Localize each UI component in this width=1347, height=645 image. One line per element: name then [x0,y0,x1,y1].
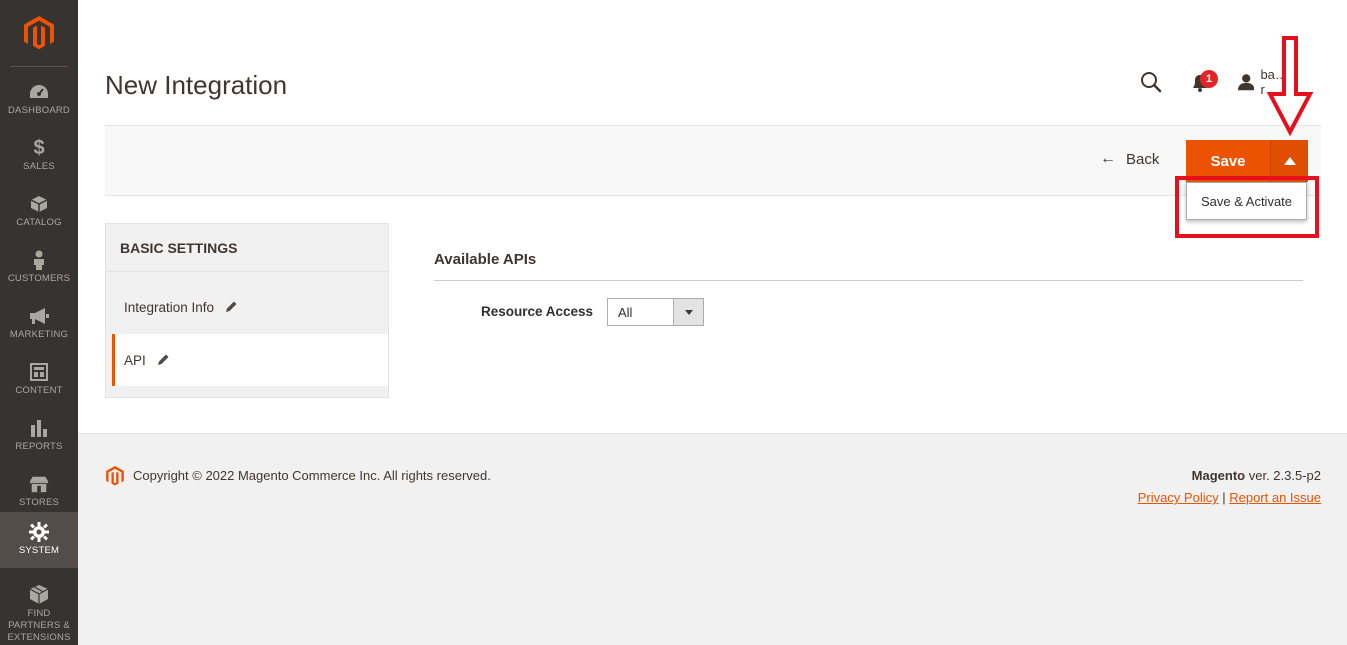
sidebar-item-sales[interactable]: $ SALES [0,128,78,184]
settings-tabs: BASIC SETTINGS Integration Info API [105,223,389,398]
version-text: ver. 2.3.5-p2 [1245,468,1321,483]
tab-label: API [124,352,146,368]
megaphone-icon [29,306,49,326]
logo-divider [10,66,68,67]
save-dropdown-toggle[interactable] [1270,140,1308,182]
tabs-title: BASIC SETTINGS [120,240,238,256]
tab-api[interactable]: API [112,334,388,386]
cubes-icon [29,585,49,605]
bar-chart-icon [29,418,49,438]
search-icon[interactable] [1139,70,1163,94]
box-icon [29,194,49,214]
sidebar-item-content[interactable]: CONTENT [0,352,78,408]
notification-badge: 1 [1200,70,1218,88]
user-name: ba…r [1260,67,1288,97]
sidebar-item-system[interactable]: SYSTEM [0,512,78,568]
sidebar-item-label: STORES [18,497,60,508]
divider [106,271,388,272]
sidebar-item-customers[interactable]: CUSTOMERS [0,240,78,296]
admin-sidebar: DASHBOARD $ SALES CATALOG CUSTOMERS MARK… [0,0,78,645]
dollar-icon: $ [33,136,45,159]
pencil-icon [157,354,169,365]
copyright-text: Copyright © 2022 Magento Commerce Inc. A… [133,468,491,483]
page-actions-bar: ← Back Save [105,125,1321,196]
sidebar-item-marketing[interactable]: MARKETING [0,296,78,352]
magento-footer-logo-icon [106,466,124,486]
tab-label: Integration Info [124,299,215,315]
sidebar-item-label: REPORTS [15,441,63,452]
sidebar-item-label: CUSTOMERS [7,273,71,284]
section-divider [434,280,1303,281]
sidebar-item-label: FIND PARTNERS & EXTENSIONS [7,608,71,643]
sidebar-item-reports[interactable]: REPORTS [0,408,78,464]
magento-logo-icon [24,16,54,50]
save-and-activate-option[interactable]: Save & Activate [1186,182,1307,220]
page-title: New Integration [105,70,288,100]
save-split-button: Save [1186,140,1308,182]
select-value: All [618,305,633,320]
brand-name: Magento [1191,468,1246,483]
report-issue-link[interactable]: Report an Issue [1229,490,1321,505]
store-icon [29,474,49,494]
gear-icon [29,522,49,542]
dashboard-icon [29,82,49,102]
resource-access-label: Resource Access [481,304,594,319]
save-button[interactable]: Save [1186,140,1270,182]
sidebar-item-label: SALES [23,161,55,172]
section-title: Available APIs [434,251,537,268]
privacy-policy-link[interactable]: Privacy Policy [1138,490,1219,505]
pencil-icon [226,301,237,312]
user-menu[interactable]: ba…r [1238,67,1289,97]
page-footer: Copyright © 2022 Magento Commerce Inc. A… [78,433,1347,645]
sidebar-item-label: CATALOG [16,217,62,228]
caret-down-icon [684,309,693,315]
sidebar-item-label: CONTENT [15,385,63,396]
caret-up-icon [1283,157,1296,165]
back-button-label: Back [1126,150,1160,168]
link-separator: | [1218,490,1230,505]
magento-logo[interactable] [0,0,78,66]
user-icon [1238,74,1255,91]
tab-integration-info[interactable]: Integration Info [112,281,388,333]
sidebar-item-label: DASHBOARD [8,105,70,116]
footer-links: Privacy Policy | Report an Issue [1138,490,1321,505]
sidebar-item-label: MARKETING [9,329,69,340]
sidebar-item-dashboard[interactable]: DASHBOARD [0,72,78,128]
arrow-left-icon: ← [1100,150,1116,167]
version-info: Magento ver. 2.3.5-p2 [1192,468,1321,483]
sidebar-item-label: SYSTEM [18,545,60,556]
resource-access-select[interactable]: All [607,298,704,326]
person-icon [29,250,49,270]
back-button[interactable]: ← Back [1100,150,1159,168]
sidebar-item-find-partners[interactable]: FIND PARTNERS & EXTENSIONS [0,575,78,645]
layout-icon [29,362,49,382]
select-toggle [673,299,703,325]
sidebar-item-catalog[interactable]: CATALOG [0,184,78,240]
